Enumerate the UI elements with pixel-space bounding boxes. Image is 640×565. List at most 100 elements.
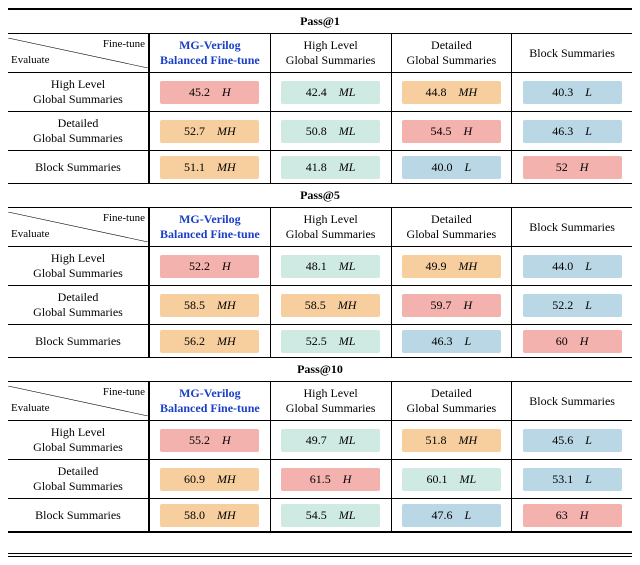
data-cell: 52.2 H xyxy=(150,247,270,285)
data-chip: 44.0 L xyxy=(523,255,622,278)
table-row: Detailed Global Summaries 60.9 MH 61.5 H… xyxy=(8,460,632,499)
row-header-0: High Level Global Summaries xyxy=(8,421,148,459)
row-header-1: Detailed Global Summaries xyxy=(8,112,148,150)
data-cell: 42.4 ML xyxy=(270,73,391,111)
row-header-0: High Level Global Summaries xyxy=(8,73,148,111)
data-cell: 52 H xyxy=(511,151,632,183)
column-header-row: Fine-tune Evaluate MG-Verilog Balanced F… xyxy=(8,382,632,421)
col-header-detailed: Detailed Global Summaries xyxy=(391,382,512,420)
diag-header-evaluate: Evaluate xyxy=(11,54,49,68)
diag-header-finetune: Fine-tune xyxy=(103,386,145,400)
table-row: High Level Global Summaries 52.2 H 48.1 … xyxy=(8,247,632,286)
data-chip: 52.5 ML xyxy=(281,330,380,353)
data-chip: 51.1 MH xyxy=(160,156,259,179)
data-cell: 56.2 MH xyxy=(150,325,270,357)
data-cell: 47.6 L xyxy=(391,499,512,531)
row-header-1: Detailed Global Summaries xyxy=(8,286,148,324)
data-chip: 58.5 MH xyxy=(160,294,259,317)
data-chip: 54.5 H xyxy=(402,120,501,143)
data-cell: 41.8 ML xyxy=(270,151,391,183)
data-cell: 52.2 L xyxy=(511,286,632,324)
data-chip: 41.8 ML xyxy=(281,156,380,179)
data-chip: 49.7 ML xyxy=(281,429,380,452)
data-cell: 50.8 ML xyxy=(270,112,391,150)
data-chip: 55.2 H xyxy=(160,429,259,452)
row-header-block: Block Summaries xyxy=(8,499,148,531)
col-header-block: Block Summaries xyxy=(511,382,632,420)
diag-header-evaluate: Evaluate xyxy=(11,402,49,416)
data-cell: 52.7 MH xyxy=(150,112,270,150)
table-row: Detailed Global Summaries 58.5 MH 58.5 M… xyxy=(8,286,632,325)
data-chip: 60.1 ML xyxy=(402,468,501,491)
table-row: High Level Global Summaries 55.2 H 49.7 … xyxy=(8,421,632,460)
data-chip: 60.9 MH xyxy=(160,468,259,491)
col-header-detailed: Detailed Global Summaries xyxy=(391,208,512,246)
data-cell: 60 H xyxy=(511,325,632,357)
data-cell: 59.7 H xyxy=(391,286,512,324)
table-row: Block Summaries 56.2 MH 52.5 ML 46.3 L xyxy=(8,325,632,358)
data-chip: 58.5 MH xyxy=(281,294,380,317)
data-chip: 52.2 H xyxy=(160,255,259,278)
data-cell: 40.0 L xyxy=(391,151,512,183)
data-cell: 60.9 MH xyxy=(150,460,270,498)
data-cell: 44.8 MH xyxy=(391,73,512,111)
diag-header-finetune: Fine-tune xyxy=(103,38,145,52)
data-chip: 42.4 ML xyxy=(281,81,380,104)
col-header-mg: MG-Verilog Balanced Fine-tune xyxy=(150,34,270,72)
data-chip: 50.8 ML xyxy=(281,120,380,143)
data-cell: 44.0 L xyxy=(511,247,632,285)
column-header-row: Fine-tune Evaluate MG-Verilog Balanced F… xyxy=(8,34,632,73)
data-cell: 46.3 L xyxy=(391,325,512,357)
data-cell: 54.5 H xyxy=(391,112,512,150)
data-chip: 44.8 MH xyxy=(402,81,501,104)
diag-header-evaluate: Evaluate xyxy=(11,228,49,242)
diag-header: Fine-tune Evaluate xyxy=(8,382,148,420)
diag-header: Fine-tune Evaluate xyxy=(8,208,148,246)
data-cell: 54.5 ML xyxy=(270,499,391,531)
row-header-0: High Level Global Summaries xyxy=(8,247,148,285)
data-cell: 49.9 MH xyxy=(391,247,512,285)
data-chip: 52 H xyxy=(523,156,622,179)
col-header-detailed: Detailed Global Summaries xyxy=(391,34,512,72)
table-row: Block Summaries 58.0 MH 54.5 ML 47.6 L xyxy=(8,499,632,532)
data-chip: 46.3 L xyxy=(402,330,501,353)
data-cell: 46.3 L xyxy=(511,112,632,150)
table-row: Detailed Global Summaries 52.7 MH 50.8 M… xyxy=(8,112,632,151)
section-title: Pass@5 xyxy=(8,184,632,208)
data-chip: 58.0 MH xyxy=(160,504,259,527)
data-cell: 53.1 L xyxy=(511,460,632,498)
col-header-block: Block Summaries xyxy=(511,34,632,72)
col-header-highlevel: High Level Global Summaries xyxy=(270,208,391,246)
data-chip: 52.7 MH xyxy=(160,120,259,143)
data-cell: 40.3 L xyxy=(511,73,632,111)
data-cell: 58.5 MH xyxy=(270,286,391,324)
data-chip: 48.1 ML xyxy=(281,255,380,278)
col-header-mg: MG-Verilog Balanced Fine-tune xyxy=(150,208,270,246)
data-chip: 53.1 L xyxy=(523,468,622,491)
data-cell: 52.5 ML xyxy=(270,325,391,357)
data-chip: 51.8 MH xyxy=(402,429,501,452)
diag-header-finetune: Fine-tune xyxy=(103,212,145,226)
section-title: Pass@1 xyxy=(8,10,632,34)
data-chip: 52.2 L xyxy=(523,294,622,317)
results-table: Pass@1 Fine-tune Evaluate MG-Verilog Bal… xyxy=(8,8,632,533)
data-chip: 60 H xyxy=(523,330,622,353)
data-chip: 45.2 H xyxy=(160,81,259,104)
data-cell: 58.0 MH xyxy=(150,499,270,531)
data-chip: 63 H xyxy=(523,504,622,527)
data-chip: 54.5 ML xyxy=(281,504,380,527)
data-cell: 58.5 MH xyxy=(150,286,270,324)
page-rule xyxy=(8,553,632,557)
data-cell: 51.1 MH xyxy=(150,151,270,183)
column-header-row: Fine-tune Evaluate MG-Verilog Balanced F… xyxy=(8,208,632,247)
data-cell: 55.2 H xyxy=(150,421,270,459)
section-title: Pass@10 xyxy=(8,358,632,382)
data-chip: 49.9 MH xyxy=(402,255,501,278)
col-header-block: Block Summaries xyxy=(511,208,632,246)
data-cell: 51.8 MH xyxy=(391,421,512,459)
data-cell: 49.7 ML xyxy=(270,421,391,459)
data-chip: 56.2 MH xyxy=(160,330,259,353)
data-chip: 59.7 H xyxy=(402,294,501,317)
row-header-1: Detailed Global Summaries xyxy=(8,460,148,498)
table-row: Block Summaries 51.1 MH 41.8 ML 40.0 L xyxy=(8,151,632,184)
